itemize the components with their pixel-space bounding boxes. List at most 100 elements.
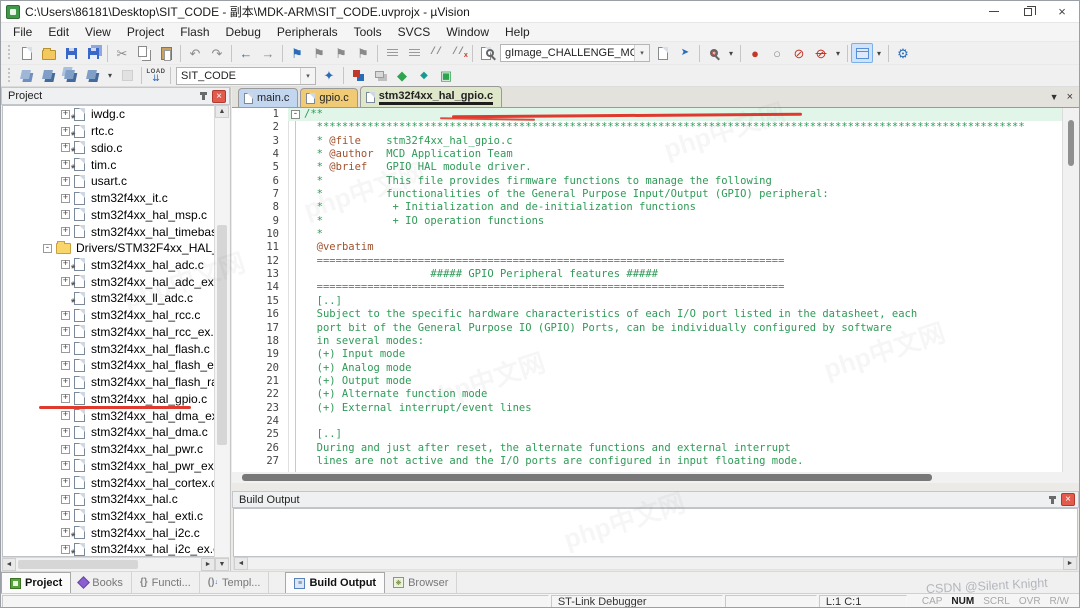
project-tree-vscrollbar[interactable]: ▲ xyxy=(214,105,229,557)
menu-item-debug[interactable]: Debug xyxy=(218,23,269,41)
pack-installer-button[interactable]: ▣ xyxy=(435,66,457,86)
tree-item-stm32f4xx-hal-i2c-c[interactable]: +stm32f4xx_hal_i2c.c xyxy=(3,524,228,541)
expand-icon[interactable]: + xyxy=(61,160,70,169)
expand-icon[interactable]: + xyxy=(61,495,70,504)
tree-item-stm32f4xx-hal-cortex-c[interactable]: +stm32f4xx_hal_cortex.c xyxy=(3,474,228,491)
tree-item-drivers-stm32f4xx-hal-driv[interactable]: -Drivers/STM32F4xx_HAL_Driv xyxy=(3,240,228,257)
editor-vscroll-thumb[interactable] xyxy=(1068,120,1074,166)
tree-item-stm32f4xx-hal-adc-c[interactable]: +stm32f4xx_hal_adc.c xyxy=(3,257,228,274)
breakpoint-caret[interactable]: ▾ xyxy=(832,43,844,63)
tree-item-stm32f4xx-hal-timebase-t[interactable]: +stm32f4xx_hal_timebase_t xyxy=(3,223,228,240)
tree-item-stm32f4xx-hal-dma-ex-c[interactable]: +stm32f4xx_hal_dma_ex.c xyxy=(3,407,228,424)
batch-build-caret[interactable]: ▾ xyxy=(104,66,116,86)
configure-button[interactable]: ⚙ xyxy=(892,43,914,63)
expand-icon[interactable]: + xyxy=(61,545,70,554)
tree-item-stm32f4xx-hal-gpio-c[interactable]: +stm32f4xx_hal_gpio.c xyxy=(3,390,228,407)
scroll-left-icon[interactable]: ◄ xyxy=(234,557,248,570)
vscroll-thumb[interactable] xyxy=(217,225,227,445)
expand-icon[interactable]: + xyxy=(61,378,70,387)
select-software-packs-button[interactable]: ◆ xyxy=(391,66,413,86)
tree-item-stm32f4xx-hal-flash-c[interactable]: +stm32f4xx_hal_flash.c xyxy=(3,340,228,357)
tree-item-stm32f4xx-hal-exti-c[interactable]: +stm32f4xx_hal_exti.c xyxy=(3,508,228,525)
expand-icon[interactable]: + xyxy=(61,445,70,454)
editor-vscrollbar[interactable] xyxy=(1062,108,1079,472)
download-button[interactable]: LOAD⇊ xyxy=(145,66,167,86)
expand-icon[interactable]: + xyxy=(61,210,70,219)
expand-icon[interactable]: + xyxy=(61,177,70,186)
tree-item-stm32f4xx-hal-flash-ramf[interactable]: +stm32f4xx_hal_flash_ramf xyxy=(3,374,228,391)
navigate-back-button[interactable]: ← xyxy=(235,43,257,63)
expand-icon[interactable]: + xyxy=(61,361,70,370)
bookmark-clear-all-button[interactable]: ⚑ xyxy=(352,43,374,63)
translate-button[interactable] xyxy=(16,66,38,86)
expand-icon[interactable]: + xyxy=(61,511,70,520)
expand-icon[interactable]: + xyxy=(61,260,70,269)
dock-tab-browser[interactable]: ❋Browser xyxy=(385,572,457,593)
collapse-icon[interactable]: - xyxy=(43,244,52,253)
menu-item-project[interactable]: Project xyxy=(119,23,172,41)
expand-icon[interactable]: + xyxy=(61,461,70,470)
undo-button[interactable]: ↶ xyxy=(184,43,206,63)
file-extensions-button[interactable] xyxy=(347,66,369,86)
comment-button[interactable]: // xyxy=(425,43,447,63)
build-button[interactable] xyxy=(38,66,60,86)
menu-item-flash[interactable]: Flash xyxy=(172,23,217,41)
chevron-down-icon[interactable]: ▾ xyxy=(634,45,649,61)
menu-item-window[interactable]: Window xyxy=(438,23,497,41)
tree-item-stm32f4xx-ll-adc-c[interactable]: stm32f4xx_ll_adc.c xyxy=(3,290,228,307)
expand-icon[interactable]: + xyxy=(61,227,70,236)
navigate-forward-button[interactable]: → xyxy=(257,43,279,63)
tree-item-stm32f4xx-hal-c[interactable]: +stm32f4xx_hal.c xyxy=(3,491,228,508)
editor-tab-gpio-c[interactable]: gpio.c xyxy=(300,88,357,107)
tree-item-rtc-c[interactable]: +rtc.c xyxy=(3,123,228,140)
find-button[interactable]: d xyxy=(703,43,725,63)
project-pin-button[interactable] xyxy=(196,89,210,103)
tree-item-stm32f4xx-hal-adc-ex-c[interactable]: +stm32f4xx_hal_adc_ex.c xyxy=(3,273,228,290)
redo-button[interactable]: ↷ xyxy=(206,43,228,63)
minimize-button[interactable] xyxy=(977,1,1011,22)
debug-dialogs-caret[interactable]: ▾ xyxy=(873,43,885,63)
kill-all-breakpoints-button[interactable]: ⊘ xyxy=(810,43,832,63)
bookmark-toggle-button[interactable]: ⚑ xyxy=(286,43,308,63)
manage-multiproject-button[interactable] xyxy=(369,66,391,86)
save-all-button[interactable] xyxy=(82,43,104,63)
find-caret[interactable]: ▾ xyxy=(725,43,737,63)
editor-tab-stm32f4xx_hal_gpio-c[interactable]: stm32f4xx_hal_gpio.c xyxy=(360,86,502,107)
tree-item-sdio-c[interactable]: +sdio.c xyxy=(3,139,228,156)
tree-item-tim-c[interactable]: +tim.c xyxy=(3,156,228,173)
menu-item-file[interactable]: File xyxy=(5,23,40,41)
open-file-button[interactable] xyxy=(38,43,60,63)
toolbar-grip[interactable] xyxy=(8,45,13,61)
options-wand-button[interactable]: ✦ xyxy=(318,66,340,86)
insert-breakpoint-button[interactable]: ● xyxy=(744,43,766,63)
save-button[interactable] xyxy=(60,43,82,63)
debug-dialogs-button[interactable] xyxy=(851,43,873,63)
code-editor[interactable]: 1-/**2 *********************************… xyxy=(232,108,1079,472)
expand-icon[interactable]: + xyxy=(61,194,70,203)
bookmark-prev-button[interactable]: ⚑ xyxy=(308,43,330,63)
disable-all-breakpoints-button[interactable]: ⊘ xyxy=(788,43,810,63)
scroll-right-icon[interactable]: ► xyxy=(201,558,215,571)
check-pack-updates-button[interactable]: ◆ xyxy=(413,66,435,86)
editor-hscroll-thumb[interactable] xyxy=(242,474,932,481)
tree-item-iwdg-c[interactable]: +iwdg.c xyxy=(3,106,228,123)
menu-item-help[interactable]: Help xyxy=(497,23,538,41)
tab-list-dropdown-icon[interactable]: ▼ xyxy=(1050,92,1059,102)
hscroll-thumb[interactable] xyxy=(18,560,138,569)
editor-hscrollbar[interactable] xyxy=(232,472,1079,483)
tree-item-stm32f4xx-hal-pwr-c[interactable]: +stm32f4xx_hal_pwr.c xyxy=(3,441,228,458)
enable-disable-breakpoint-button[interactable]: ○ xyxy=(766,43,788,63)
expand-icon[interactable]: + xyxy=(61,394,70,403)
outdent-button[interactable] xyxy=(403,43,425,63)
expand-icon[interactable]: + xyxy=(61,478,70,487)
fold-collapse-icon[interactable]: - xyxy=(291,110,300,119)
incremental-find-button[interactable]: ➤ xyxy=(674,43,696,63)
dock-tab-templ-[interactable]: ()Templ... xyxy=(200,572,270,593)
tree-item-stm32f4xx-hal-dma-c[interactable]: +stm32f4xx_hal_dma.c xyxy=(3,424,228,441)
tab-close-icon[interactable]: × xyxy=(1067,91,1073,103)
menu-item-view[interactable]: View xyxy=(77,23,119,41)
restore-button[interactable] xyxy=(1011,1,1045,22)
dock-tab-build-output[interactable]: ≡Build Output xyxy=(285,572,385,593)
cut-button[interactable]: ✂ xyxy=(111,43,133,63)
tree-item-usart-c[interactable]: +usart.c xyxy=(3,173,228,190)
